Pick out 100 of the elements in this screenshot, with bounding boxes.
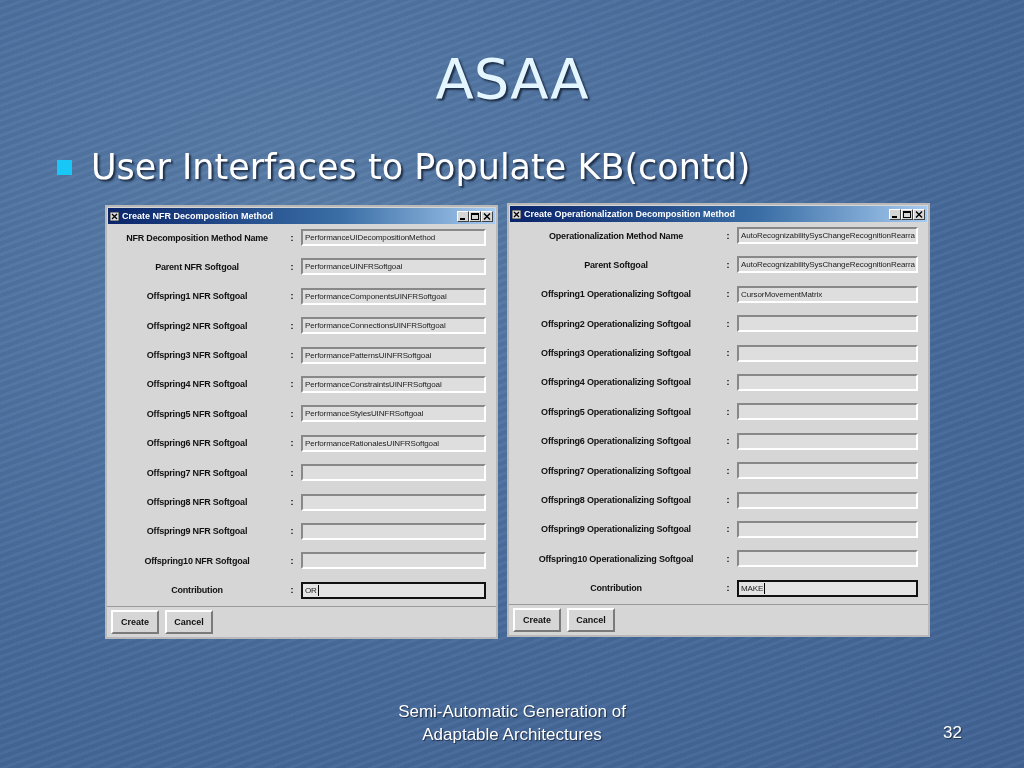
input-field[interactable] — [737, 315, 918, 333]
field-label: Operationalization Method Name — [549, 230, 683, 241]
field-label: Offspring4 NFR Softgoal — [146, 379, 248, 390]
colon-separator: : — [290, 497, 294, 507]
field-label: Offspring9 Operationalizing Softgoal — [541, 524, 691, 535]
colon-separator: : — [290, 232, 294, 243]
colon-separator: : — [290, 526, 294, 537]
colon-separator: : — [726, 465, 730, 476]
field-label: Offspring8 Operationalizing Softgoal — [541, 495, 691, 505]
field-label: Offspring2 NFR Softgoal — [146, 320, 248, 331]
minimize-button[interactable] — [889, 208, 901, 220]
field-label: Offspring10 Operationalizing Softgoal — [538, 553, 694, 564]
colon-separator: : — [726, 318, 730, 329]
input-field[interactable] — [737, 403, 918, 421]
field-label: Offspring7 NFR Softgoal — [146, 467, 248, 478]
colon-separator: : — [726, 348, 730, 359]
colon-separator: : — [726, 289, 730, 300]
field-label: NFR Decomposition Method Name — [126, 232, 268, 243]
colon-separator: : — [726, 583, 730, 594]
input-field[interactable]: PerformanceUIDecompositionMethod — [301, 229, 486, 246]
input-field[interactable] — [737, 491, 918, 509]
app-icon — [110, 211, 119, 221]
colon-separator: : — [726, 259, 730, 270]
input-field[interactable]: MAKE — [737, 579, 918, 597]
dialog-button[interactable]: Create — [513, 607, 561, 632]
input-field[interactable] — [737, 550, 918, 568]
close-icon — [483, 212, 491, 220]
colon-separator: : — [726, 406, 730, 417]
field-label: Offspring3 Operationalizing Softgoal — [541, 348, 691, 359]
input-field[interactable] — [301, 522, 486, 540]
colon-separator: : — [726, 436, 730, 447]
close-button[interactable] — [481, 210, 493, 222]
colon-separator: : — [726, 230, 730, 241]
slide-title: ASAA — [434, 45, 590, 113]
input-field[interactable]: PerformanceConnectionsUINFRSoftgoal — [301, 317, 486, 335]
field-label: Offspring4 Operationalizing Softgoal — [541, 377, 691, 388]
close-button[interactable] — [913, 208, 925, 220]
field-label: Parent NFR Softgoal — [155, 261, 239, 272]
footer-text: Semi-Automatic Generation of Adaptable Architectures — [398, 701, 626, 746]
colon-separator: : — [290, 408, 294, 419]
colon-separator: : — [290, 467, 294, 478]
maximize-icon — [903, 210, 911, 218]
input-field[interactable]: PerformanceComponentsUINFRSoftgoal — [301, 287, 486, 305]
input-field[interactable]: PerformanceConstraintsUINFRSoftgoal — [301, 375, 486, 393]
colon-separator: : — [290, 555, 294, 566]
dialog-button[interactable]: Create — [111, 609, 159, 634]
input-field[interactable] — [301, 493, 486, 511]
input-field[interactable] — [737, 344, 918, 362]
colon-separator: : — [726, 495, 730, 505]
input-field[interactable]: OR — [301, 581, 486, 599]
input-field[interactable] — [301, 552, 486, 570]
colon-separator: : — [290, 320, 294, 331]
field-label: Contribution — [171, 585, 223, 596]
colon-separator: : — [726, 553, 730, 564]
dialog-button[interactable]: Cancel — [567, 607, 615, 632]
maximize-button[interactable] — [469, 210, 481, 222]
page-number: 32 — [943, 723, 962, 743]
field-label: Offspring6 NFR Softgoal — [146, 438, 248, 449]
bullet-icon — [57, 159, 72, 175]
maximize-button[interactable] — [901, 208, 913, 220]
field-label: Offspring1 Operationalizing Softgoal — [541, 289, 691, 300]
colon-separator: : — [726, 377, 730, 388]
app-icon — [512, 209, 521, 219]
input-field[interactable]: CursorMovementMatrix — [737, 285, 918, 303]
input-field[interactable]: PerformanceStylesUINFRSoftgoal — [301, 405, 486, 423]
field-label: Offspring1 NFR Softgoal — [146, 291, 248, 302]
field-label: Offspring7 Operationalizing Softgoal — [541, 465, 691, 476]
field-label: Offspring8 NFR Softgoal — [146, 497, 248, 507]
maximize-icon — [471, 212, 479, 220]
input-field[interactable]: PerformanceRationalesUINFRSoftgoal — [301, 434, 486, 452]
field-label: Offspring2 Operationalizing Softgoal — [541, 318, 691, 329]
dialog-button[interactable]: Cancel — [165, 609, 213, 634]
field-label: Offspring3 NFR Softgoal — [146, 350, 248, 361]
field-label: Offspring5 Operationalizing Softgoal — [541, 406, 691, 417]
input-field[interactable] — [737, 462, 918, 480]
colon-separator: : — [290, 291, 294, 302]
input-field[interactable] — [301, 464, 486, 482]
minimize-button[interactable] — [457, 210, 469, 222]
field-label: Offspring5 NFR Softgoal — [146, 408, 248, 419]
input-field[interactable]: AutoRecognizabilitySysChangeRecognitionRearra — [737, 227, 918, 244]
input-field[interactable]: PerformanceUINFRSoftgoal — [301, 258, 486, 276]
colon-separator: : — [290, 379, 294, 390]
window-title: Create Operationalization Decomposition Method — [524, 209, 737, 219]
input-field[interactable] — [737, 373, 918, 391]
window-title: Create NFR Decomposition Method — [122, 211, 274, 221]
input-field[interactable] — [737, 520, 918, 538]
bullet-text: User Interfaces to Populate KB(contd) — [91, 147, 751, 187]
colon-separator: : — [290, 585, 294, 596]
colon-separator: : — [726, 524, 730, 535]
field-label: Offspring10 NFR Softgoal — [144, 555, 250, 566]
field-label: Offspring9 NFR Softgoal — [146, 526, 248, 537]
input-field[interactable]: PerformancePatternsUINFRSoftgoal — [301, 346, 486, 364]
field-label: Contribution — [590, 583, 642, 594]
input-field[interactable]: AutoRecognizabilitySysChangeRecognitionRearra — [737, 256, 918, 274]
colon-separator: : — [290, 438, 294, 449]
field-label: Parent Softgoal — [584, 259, 648, 270]
colon-separator: : — [290, 261, 294, 272]
close-icon — [915, 210, 923, 218]
colon-separator: : — [290, 350, 294, 361]
input-field[interactable] — [737, 432, 918, 450]
